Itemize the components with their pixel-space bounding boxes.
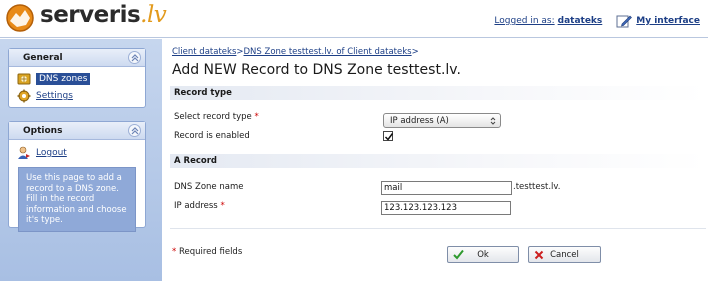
record-enabled-label: Record is enabled	[174, 131, 250, 141]
record-type-select[interactable]: IP address (A)	[383, 113, 501, 128]
brand-name: serveris.lv	[40, 2, 167, 28]
required-asterisk: *	[220, 201, 225, 211]
general-panel-body: DNS zones Settings	[9, 67, 145, 109]
brand-accent: .lv	[140, 2, 167, 28]
options-panel: Options Logout Use this page to add a re…	[8, 121, 146, 232]
record-type-select-value: IP address (A)	[390, 116, 449, 126]
top-header: serveris.lv Logged in as: datateks My in…	[0, 0, 708, 38]
sidebar-item-label[interactable]: DNS zones	[36, 73, 91, 85]
options-panel-title: Options	[23, 126, 63, 136]
required-fields-note: * Required fields	[172, 247, 243, 257]
username-link[interactable]: datateks	[558, 16, 603, 26]
main-content: Client datateks>DNS Zone testtest.lv. of…	[162, 39, 708, 281]
breadcrumb: Client datateks>DNS Zone testtest.lv. of…	[172, 47, 419, 57]
edit-pencil-icon[interactable]	[616, 14, 633, 28]
select-type-label: Select record type *	[174, 112, 259, 122]
zone-name-label: DNS Zone name	[174, 182, 244, 192]
breadcrumb-dns-zone[interactable]: DNS Zone testtest.lv. of Client datateks	[244, 47, 412, 57]
cancel-button[interactable]: Cancel	[528, 246, 601, 263]
general-panel-title: General	[23, 53, 63, 63]
options-panel-header: Options	[9, 122, 145, 140]
user-links: Logged in as: datateks My interface	[494, 14, 700, 28]
help-text-box: Use this page to add a record to a DNS z…	[18, 167, 136, 232]
logout-icon	[18, 146, 30, 159]
chevron-up-icon	[131, 127, 139, 135]
settings-gear-icon	[17, 89, 31, 103]
required-asterisk: *	[254, 112, 259, 122]
page-title: Add NEW Record to DNS Zone testtest.lv.	[172, 62, 461, 78]
breadcrumb-trailing-separator: >	[411, 47, 419, 57]
record-enabled-checkbox[interactable]	[383, 131, 394, 141]
sidebar-item-label[interactable]: Logout	[36, 148, 67, 158]
ok-button[interactable]: Ok	[447, 246, 519, 263]
ip-address-input[interactable]	[381, 201, 511, 215]
record-type-section-header: Record type	[170, 86, 706, 100]
sidebar-item-dns-zones[interactable]: DNS zones	[15, 71, 139, 87]
left-sidebar: General DNS zones Settings Options Logou…	[0, 39, 162, 281]
general-panel-header: General	[9, 49, 145, 67]
options-panel-body: Logout Use this page to add a record to …	[9, 140, 145, 241]
ok-button-label: Ok	[477, 249, 489, 260]
serveris-logo-icon[interactable]	[4, 3, 36, 33]
collapse-options-button[interactable]	[128, 124, 141, 137]
cancel-button-label: Cancel	[550, 249, 579, 260]
dns-zones-icon	[17, 73, 31, 85]
chevron-up-icon	[131, 54, 139, 62]
select-updown-icon	[490, 117, 496, 125]
sidebar-item-logout[interactable]: Logout	[15, 145, 139, 161]
logged-in-label: Logged in as:	[494, 16, 555, 26]
divider	[170, 228, 706, 229]
zone-suffix: .testtest.lv.	[513, 182, 561, 192]
checkmark-icon	[384, 133, 394, 141]
my-interface-link[interactable]: My interface	[636, 16, 700, 26]
zone-name-input[interactable]	[381, 181, 512, 195]
ip-address-label: IP address *	[174, 201, 225, 211]
sidebar-item-label[interactable]: Settings	[36, 91, 73, 101]
breadcrumb-client[interactable]: Client datateks	[172, 47, 236, 57]
collapse-general-button[interactable]	[128, 51, 141, 64]
sidebar-item-settings[interactable]: Settings	[15, 88, 139, 104]
general-panel: General DNS zones Settings	[8, 48, 146, 108]
a-record-section-header: A Record	[170, 154, 706, 168]
breadcrumb-separator: >	[236, 47, 244, 57]
